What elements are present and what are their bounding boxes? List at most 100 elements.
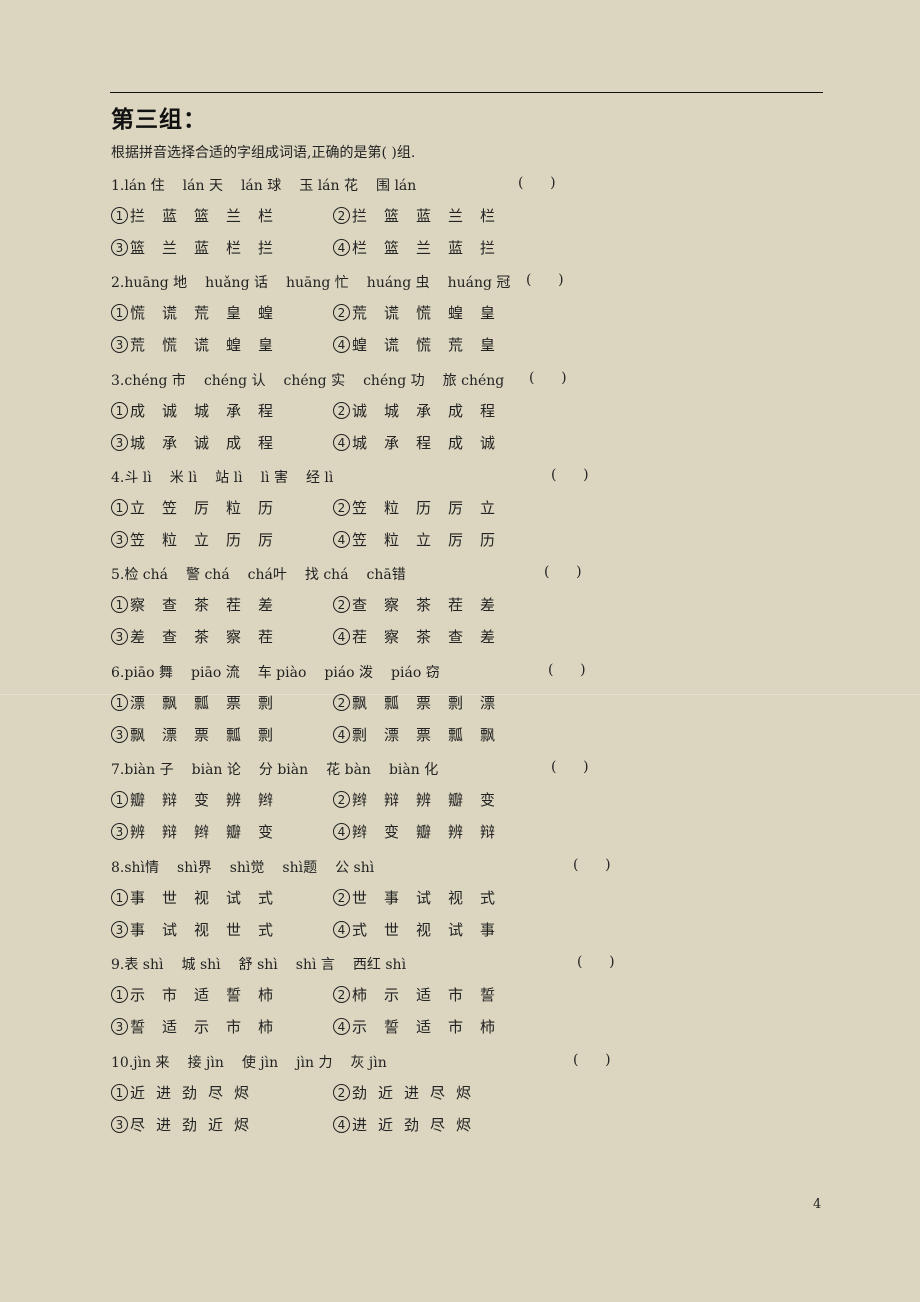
option-char: 粒 (384, 499, 400, 517)
option-1[interactable]: 1拦蓝篮兰栏 (111, 205, 273, 226)
option-char: 诚 (480, 434, 496, 452)
option-3[interactable]: 3辨辩辫瓣变 (111, 821, 273, 842)
answer-blank[interactable]: ( ) (544, 564, 582, 580)
answer-blank[interactable]: ( ) (529, 370, 567, 386)
question-9: 9.表 shì 城 shì 舒 shì shì 言西红 shì( ) 1 示市适誓柿 2 柿示… (111, 954, 831, 1052)
option-char: 辨 (226, 791, 242, 809)
answer-blank[interactable]: ( ) (573, 1052, 611, 1068)
option-char: 瓢 (226, 726, 242, 744)
option-1[interactable]: 1察查茶茬差 (111, 594, 273, 615)
question-1: 1.lán 住 lán 天 lán 球玉 lán 花围 lán( ) 1 拦蓝篮兰栏 2 拦… (111, 175, 831, 273)
option-char: 适 (416, 986, 432, 1004)
option-number: 3 (111, 628, 128, 645)
option-1[interactable]: 1瓣辩变辨辫 (111, 789, 273, 810)
option-4[interactable]: 4式世视试事 (333, 919, 495, 940)
option-3[interactable]: 3尽进劲近烬 (111, 1114, 249, 1135)
question-number: 7. (111, 762, 125, 778)
option-1[interactable]: 1慌谎荒皇蝗 (111, 302, 273, 323)
option-number: 3 (111, 336, 128, 353)
option-number: 4 (333, 628, 350, 645)
option-2[interactable]: 2诚城承成程 (333, 400, 495, 421)
option-char: 察 (130, 596, 146, 614)
option-4[interactable]: 4笠粒立厉历 (333, 529, 495, 550)
option-1[interactable]: 1立笠厉粒历 (111, 497, 273, 518)
pinyin-word: 经 lì (305, 470, 334, 486)
option-2[interactable]: 2辫辩辨瓣变 (333, 789, 495, 810)
pinyin-word: biàn 化 (388, 762, 439, 778)
option-char: 栏 (352, 239, 368, 257)
option-4[interactable]: 4蝗谎慌荒皇 (333, 334, 495, 355)
option-3[interactable]: 3差查茶察茬 (111, 626, 273, 647)
pinyin-word: shì界 (177, 860, 212, 876)
question-prompt: 3.chéng 市 chéng 认 chéng 实 chéng 功 旅 chéng (111, 370, 522, 390)
option-2[interactable]: 2查察茶茬差 (333, 594, 495, 615)
option-2[interactable]: 2拦篮蓝兰栏 (333, 205, 495, 226)
option-char: 瓣 (416, 823, 432, 841)
option-4[interactable]: 4茬察茶查差 (333, 626, 495, 647)
instructions: 根据拼音选择合适的字组成词语,正确的是第( )组. (111, 145, 416, 161)
option-char: 茬 (258, 628, 274, 646)
pinyin-word: lán 天 (182, 178, 223, 194)
option-char: 察 (384, 628, 400, 646)
pinyin-word: piāo 舞 (124, 665, 174, 681)
option-char: 蓝 (194, 239, 210, 257)
option-3[interactable]: 3誓适示市柿 (111, 1016, 273, 1037)
option-1[interactable]: 1示市适誓柿 (111, 984, 273, 1005)
question-number: 6. (111, 665, 125, 681)
option-4[interactable]: 4进近劲尽烬 (333, 1114, 471, 1135)
option-4[interactable]: 4栏篮兰蓝拦 (333, 237, 495, 258)
option-2[interactable]: 2笠粒历厉立 (333, 497, 495, 518)
option-4[interactable]: 4城承程成诚 (333, 432, 495, 453)
answer-blank[interactable]: ( ) (518, 175, 556, 191)
pinyin-word: 检 chá (124, 567, 169, 583)
option-2[interactable]: 2世事试视式 (333, 887, 495, 908)
option-number: 1 (111, 304, 128, 321)
option-4[interactable]: 4辫变瓣辨辩 (333, 821, 495, 842)
option-4[interactable]: 4剽漂票瓢飘 (333, 724, 495, 745)
option-3[interactable]: 3篮兰蓝栏拦 (111, 237, 273, 258)
option-3[interactable]: 3城承诚成程 (111, 432, 273, 453)
option-4[interactable]: 4示誓适市柿 (333, 1016, 495, 1037)
option-2[interactable]: 2柿示适市誓 (333, 984, 495, 1005)
answer-blank[interactable]: ( ) (526, 272, 564, 288)
option-3[interactable]: 3荒慌谎蝗皇 (111, 334, 273, 355)
option-char: 辫 (194, 823, 210, 841)
option-2[interactable]: 2劲近进尽烬 (333, 1082, 471, 1103)
option-char: 示 (352, 1018, 368, 1036)
option-char: 视 (194, 889, 210, 907)
option-3[interactable]: 3笠粒立历厉 (111, 529, 273, 550)
option-char: 漂 (480, 694, 496, 712)
option-char: 事 (130, 921, 146, 939)
pinyin-word: piáo 窃 (391, 665, 440, 681)
option-number: 3 (111, 1018, 128, 1035)
question-number: 8. (111, 860, 125, 876)
answer-blank[interactable]: ( ) (548, 662, 586, 678)
option-1[interactable]: 1近进劲尽烬 (111, 1082, 249, 1103)
option-char: 成 (226, 434, 242, 452)
option-char: 进 (352, 1116, 368, 1134)
option-char: 成 (448, 402, 464, 420)
option-char: 誓 (226, 986, 242, 1004)
option-1[interactable]: 1事世视试式 (111, 887, 273, 908)
option-2[interactable]: 2荒谎慌蝗皇 (333, 302, 495, 323)
question-5: 5.检 chá 警 chá chá叶找 chá chā错( ) 1 察查茶茬差 2 查察茶茬差… (111, 564, 831, 662)
answer-blank[interactable]: ( ) (577, 954, 615, 970)
answer-blank[interactable]: ( ) (551, 759, 589, 775)
pinyin-word: huāng 地 (124, 275, 188, 291)
option-char: 茬 (448, 596, 464, 614)
option-3[interactable]: 3飘漂票瓢剽 (111, 724, 273, 745)
option-2[interactable]: 2飘瓢票剽漂 (333, 692, 495, 713)
answer-blank[interactable]: ( ) (551, 467, 589, 483)
answer-blank[interactable]: ( ) (573, 857, 611, 873)
option-1[interactable]: 1漂飘瓢票剽 (111, 692, 273, 713)
option-char: 辨 (130, 823, 146, 841)
question-prompt: 6.piāo 舞 piāo 流 车 piào piáo 泼 piáo 窃 (111, 662, 458, 682)
option-char: 近 (130, 1084, 146, 1102)
option-char: 粒 (162, 531, 178, 549)
option-3[interactable]: 3事试视世式 (111, 919, 273, 940)
option-char: 市 (448, 986, 464, 1004)
option-char: 茬 (352, 628, 368, 646)
option-char: 瓣 (130, 791, 146, 809)
option-1[interactable]: 1成诚城承程 (111, 400, 273, 421)
option-char: 茬 (226, 596, 242, 614)
